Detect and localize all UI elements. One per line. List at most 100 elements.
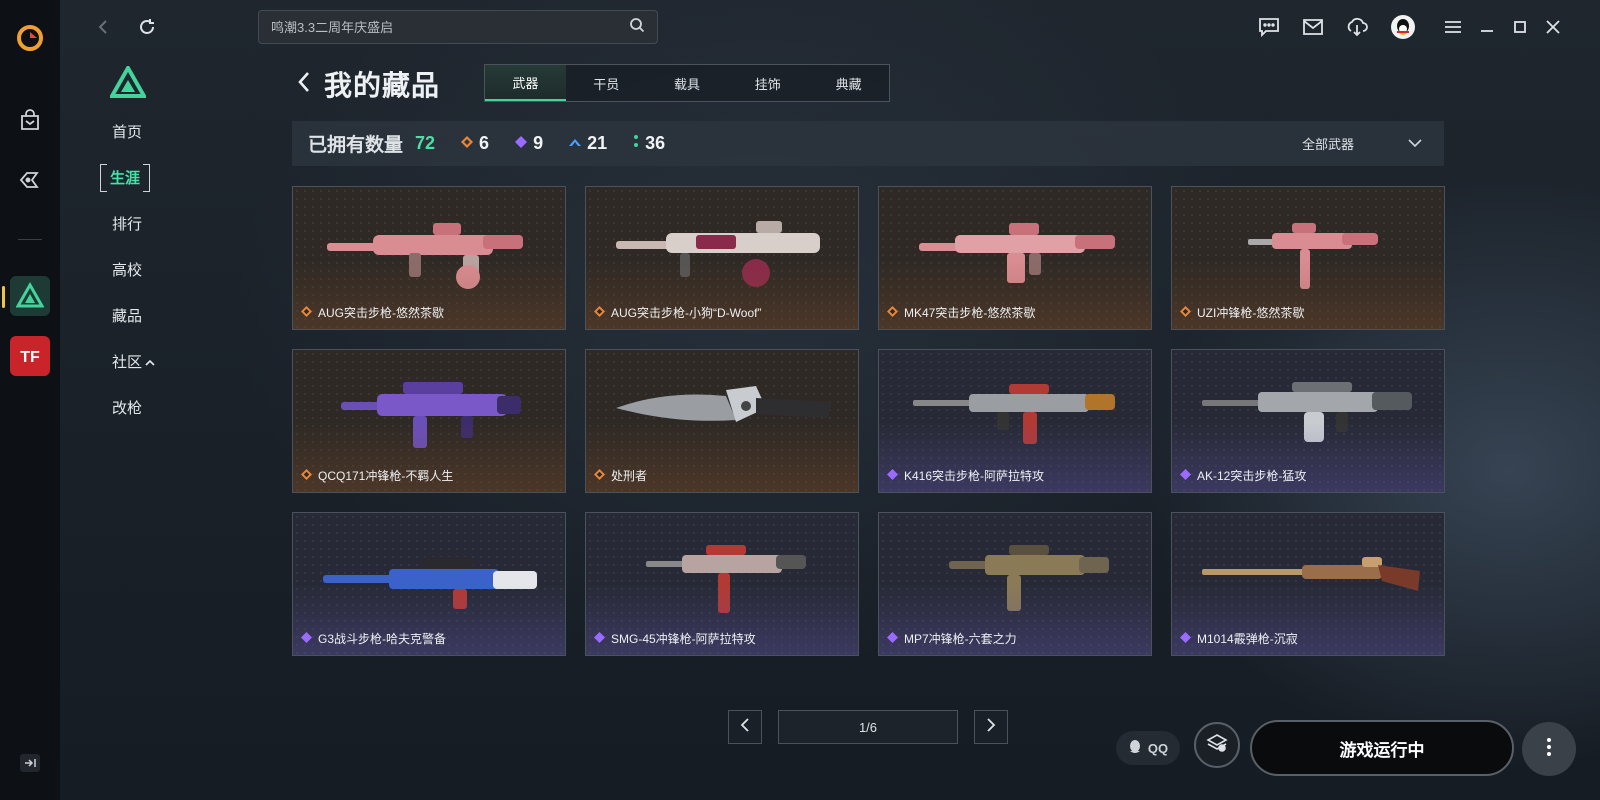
green-dots-icon <box>633 134 639 153</box>
minimize-icon[interactable] <box>1474 14 1500 40</box>
collection-card[interactable]: AUG突击步枪-小狗“D-Woof” <box>585 186 859 330</box>
layers-icon <box>1206 733 1228 758</box>
weapon-image <box>1202 557 1420 591</box>
menu-icon[interactable] <box>1440 14 1466 40</box>
page-header: 我的藏品 <box>296 64 440 104</box>
weapon-image <box>913 384 1115 444</box>
tab-vehicles[interactable]: 载具 <box>647 65 728 101</box>
card-name: M1014霰弹枪-沉寂 <box>1180 630 1298 647</box>
card-name-label: AUG突击步枪-小狗“D-Woof” <box>611 306 762 320</box>
store-bag-icon[interactable] <box>10 100 50 140</box>
overlay-layers-button[interactable] <box>1194 722 1240 768</box>
collection-card[interactable]: MK47突击步枪-悠然茶歇 <box>878 186 1152 330</box>
orange-diamond-icon <box>887 305 898 320</box>
search-input[interactable] <box>271 19 629 35</box>
subnav-item-gun-mod[interactable]: 改枪 <box>100 394 142 424</box>
collection-card[interactable]: M1014霰弹枪-沉寂 <box>1171 512 1445 656</box>
card-name-label: M1014霰弹枪-沉寂 <box>1197 632 1298 646</box>
subnav-item-college[interactable]: 高校 <box>100 256 142 286</box>
weapon-image <box>327 223 523 289</box>
tab-charms[interactable]: 挂饰 <box>727 65 808 101</box>
top-bar <box>60 0 1600 54</box>
weapon-image <box>616 386 832 422</box>
weapon-image <box>1202 382 1412 442</box>
orange-diamond-icon <box>301 305 312 320</box>
collection-card[interactable]: AK-12突击步枪-猛攻 <box>1171 349 1445 493</box>
search-icon[interactable] <box>629 17 645 38</box>
subnav-item-community-label: 社区 <box>112 354 143 371</box>
subnav-item-ranking[interactable]: 排行 <box>100 210 142 240</box>
card-name-label: MP7冲锋枪-六套之力 <box>904 632 1017 646</box>
card-name: AK-12突击步枪-猛攻 <box>1180 467 1306 484</box>
next-page-button[interactable] <box>974 710 1008 744</box>
card-name-label: K416突击步枪-阿萨拉特攻 <box>904 469 1045 483</box>
card-name-label: AK-12突击步枪-猛攻 <box>1197 469 1307 483</box>
weapon-image <box>616 221 820 287</box>
collection-card[interactable]: K416突击步枪-阿萨拉特攻 <box>878 349 1152 493</box>
subnav-item-career[interactable]: 生涯 <box>100 164 151 194</box>
tab-operators[interactable]: 干员 <box>566 65 647 101</box>
chevron-right-icon <box>986 717 996 737</box>
search-box[interactable] <box>258 10 658 44</box>
subnav-item-home[interactable]: 首页 <box>100 118 142 148</box>
chevron-up-icon <box>145 348 155 378</box>
collection-card[interactable]: G3战斗步枪-哈夫克警备 <box>292 512 566 656</box>
tab-collection[interactable]: 典藏 <box>808 65 889 101</box>
qq-button[interactable]: QQ <box>1116 731 1180 765</box>
collection-grid: AUG突击步枪-悠然茶歇 AUG突击步枪-小狗“D-Woof” MK47突击步枪… <box>292 186 1445 656</box>
collection-card[interactable]: AUG突击步枪-悠然茶歇 <box>292 186 566 330</box>
card-name: 处刑者 <box>594 467 647 484</box>
collection-card[interactable]: MP7冲锋枪-六套之力 <box>878 512 1152 656</box>
user-avatar-icon[interactable] <box>1390 14 1416 40</box>
collection-card[interactable]: UZI冲锋枪-悠然茶歇 <box>1171 186 1445 330</box>
card-name-label: AUG突击步枪-悠然茶歇 <box>318 306 445 320</box>
delta-force-game-icon[interactable] <box>10 276 50 316</box>
collection-card[interactable]: QCQ171冲锋枪-不羁人生 <box>292 349 566 493</box>
svg-text:TF: TF <box>20 349 40 366</box>
close-icon[interactable] <box>1540 14 1566 40</box>
weapon-filter-dropdown[interactable]: 全部武器 <box>1302 121 1422 166</box>
weapon-image <box>646 545 806 613</box>
purple-diamond-icon <box>301 631 312 646</box>
orange-diamond-icon <box>594 468 605 483</box>
tab-weapons[interactable]: 武器 <box>485 65 566 101</box>
refresh-icon[interactable] <box>134 14 160 40</box>
more-options-button[interactable] <box>1522 722 1576 776</box>
collection-card[interactable]: SMG-45冲锋枪-阿萨拉特攻 <box>585 512 859 656</box>
game-running-button[interactable]: 游戏运行中 <box>1250 720 1514 776</box>
owned-count-total: 72 <box>415 133 436 153</box>
download-icon[interactable] <box>1344 14 1370 40</box>
controller-tag-icon[interactable] <box>10 160 50 200</box>
page-title: 我的藏品 <box>324 70 441 101</box>
rarity-count-green-value: 36 <box>645 133 666 153</box>
back-arrow-icon[interactable] <box>296 70 312 99</box>
rarity-count-orange-value: 6 <box>479 133 490 153</box>
chat-bubble-icon[interactable] <box>1256 14 1282 40</box>
collection-card[interactable]: 处刑者 <box>585 349 859 493</box>
card-name: UZI冲锋枪-悠然茶歇 <box>1180 304 1304 321</box>
orange-diamond-icon <box>1180 305 1191 320</box>
app-logo-icon[interactable] <box>10 18 50 58</box>
weapon-image <box>949 545 1109 611</box>
rail-divider <box>18 239 42 240</box>
prev-page-button[interactable] <box>728 710 762 744</box>
chevron-left-icon <box>740 717 750 737</box>
rarity-count-green: 36 <box>633 133 665 154</box>
tf-game-icon[interactable]: TF <box>10 336 50 376</box>
back-nav-icon[interactable] <box>90 14 116 40</box>
subnav-item-collection[interactable]: 藏品 <box>100 302 142 332</box>
weapon-image <box>341 382 521 448</box>
weapon-image <box>919 223 1115 283</box>
page-indicator: 1/6 <box>778 710 958 744</box>
weapon-image <box>1248 223 1378 289</box>
subnav-item-community[interactable]: 社区 <box>100 348 155 378</box>
rarity-count-purple-value: 9 <box>533 133 544 153</box>
mail-icon[interactable] <box>1300 14 1326 40</box>
collapse-sidebar-icon[interactable] <box>20 754 40 772</box>
purple-diamond-icon <box>887 631 898 646</box>
maximize-icon[interactable] <box>1507 14 1533 40</box>
card-name-label: QCQ171冲锋枪-不羁人生 <box>318 469 454 483</box>
blue-chevron-icon <box>569 135 582 153</box>
card-name-label: SMG-45冲锋枪-阿萨拉特攻 <box>611 632 756 646</box>
weapon-filter-label: 全部武器 <box>1301 137 1354 152</box>
